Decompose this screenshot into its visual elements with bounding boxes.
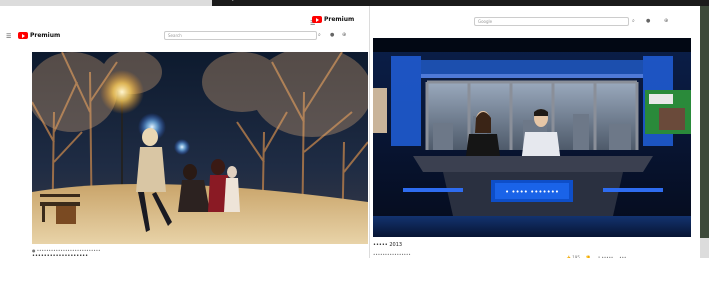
youtube-play-icon-right [312, 16, 322, 23]
upload-icon[interactable]: ⊕ [342, 32, 346, 38]
youtube-logo-right[interactable]: Premium [312, 16, 354, 23]
top-strip-text: ▸ • • • • [232, 0, 262, 3]
right-video-meta: •••••••••••••••• [373, 252, 411, 257]
youtube-logo[interactable]: Premium [18, 32, 60, 39]
news-studio-image: • •••• ••••••• [373, 38, 691, 237]
youtube-brand-text-right: Premium [324, 16, 355, 23]
hamburger-menu-icon[interactable]: ☰ [6, 33, 11, 40]
profile-icon[interactable]: ⊕ [664, 18, 668, 24]
search-icon-right[interactable]: ⌕ [632, 18, 635, 24]
right-header: ☰ Premium Google ⌕ ● ⊕ [310, 6, 700, 40]
bottom-blank-area [0, 258, 709, 285]
winter-park-image [32, 52, 368, 244]
right-video-title: ••••• 2013 [373, 242, 403, 248]
news-show-logo: • •••• ••••••• [505, 188, 559, 196]
youtube-play-icon [18, 32, 28, 39]
adjacent-window-edge [700, 6, 709, 238]
mic-icon-right[interactable]: ● [646, 18, 650, 24]
left-youtube-window: ☰ Premium Search ⌕ ● ⊕ ● •••••••••••••••… [0, 6, 369, 274]
news-studio-video-player[interactable]: • •••• ••••••• [373, 38, 691, 237]
winter-park-video-thumbnail[interactable] [32, 52, 368, 244]
youtube-brand-text: Premium [30, 32, 61, 39]
search-input-right[interactable]: Google [474, 17, 629, 26]
search-input[interactable]: Search [164, 31, 317, 40]
search-icon[interactable]: ⌕ [318, 32, 321, 38]
right-youtube-window: ☰ Premium Google ⌕ ● ⊕ • •••• ••••••• ••… [310, 6, 700, 274]
mic-icon[interactable]: ● [330, 32, 334, 38]
